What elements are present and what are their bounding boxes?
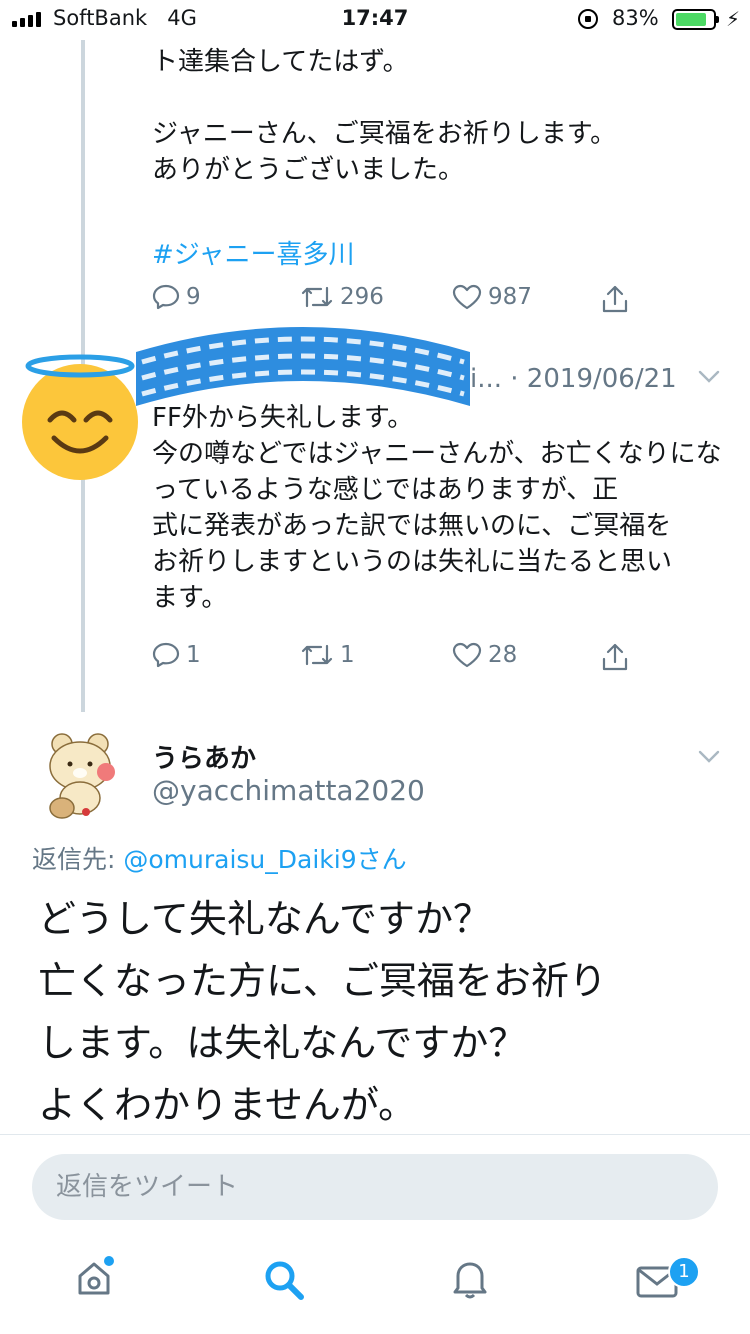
hashtag-link[interactable]: #ジャニー喜多川	[152, 234, 355, 271]
like-count: 987	[488, 284, 532, 310]
retweet-button[interactable]: 296	[300, 284, 384, 310]
reply-icon	[152, 642, 180, 668]
heart-icon	[452, 284, 482, 310]
angel-emoji-avatar[interactable]	[20, 352, 140, 482]
reply-count: 9	[186, 284, 201, 310]
messages-badge: 1	[668, 1256, 700, 1288]
battery-fill	[676, 13, 706, 26]
main-tweet-text: どうして失礼なんですか？ 亡くなった方に、ご冥福をお祈り します。は失礼なんです…	[38, 897, 607, 1127]
battery-icon	[672, 9, 719, 30]
battery-percentage: 83%	[612, 6, 659, 30]
author-name[interactable]: うらあか	[152, 738, 256, 775]
middle-tweet-actions: 1 1 28	[152, 642, 632, 682]
bear-avatar[interactable]	[40, 730, 126, 822]
reply-count: 1	[186, 642, 201, 668]
retweet-icon	[301, 644, 333, 666]
like-button[interactable]: 28	[452, 642, 517, 668]
retweet-button[interactable]: 1	[300, 642, 355, 668]
tweet-timestamp: i... · 2019/06/21	[470, 364, 677, 394]
chevron-down-icon[interactable]	[698, 370, 720, 384]
like-count: 28	[488, 642, 518, 668]
status-bar: SoftBank 4G 17:47 83% ⚡	[0, 0, 750, 40]
middle-tweet-text: FF外から失礼します。 今の噂などではジャニーさんが、お亡くなりになっているよう…	[152, 403, 722, 613]
heart-icon	[452, 642, 482, 668]
main-tweet-header: うらあか @yacchimatta2020	[40, 730, 740, 820]
prev-tweet-text: ト達集合してたはず。 ジャニーさん、ご冥福をお祈りします。 ありがとうございまし…	[152, 47, 617, 185]
retweet-icon	[301, 286, 333, 308]
reply-to-mention[interactable]: @omuraisu_Daiki9さん	[123, 845, 406, 874]
reply-icon	[152, 284, 180, 310]
reply-to-line: 返信先: @omuraisu_Daiki9さん	[32, 840, 407, 876]
search-icon[interactable]	[262, 1258, 306, 1302]
retweet-count: 1	[340, 642, 355, 668]
orientation-lock-icon	[578, 9, 598, 29]
share-button[interactable]	[600, 284, 630, 314]
like-button[interactable]: 987	[452, 284, 532, 310]
chevron-down-icon[interactable]	[698, 750, 720, 764]
retweet-count: 296	[340, 284, 384, 310]
share-button[interactable]	[600, 642, 630, 672]
reply-button[interactable]: 1	[152, 642, 201, 668]
home-unread-dot	[104, 1256, 114, 1266]
reply-tweet-input[interactable]: 返信をツイート	[32, 1154, 718, 1220]
author-handle[interactable]: @yacchimatta2020	[152, 774, 425, 807]
charging-bolt-icon: ⚡	[726, 7, 741, 31]
share-icon	[602, 285, 628, 313]
reply-to-label: 返信先:	[32, 845, 124, 874]
reply-button[interactable]: 9	[152, 284, 201, 310]
notifications-icon[interactable]	[450, 1258, 490, 1300]
divider	[0, 1134, 750, 1135]
share-icon	[602, 643, 628, 671]
tab-bar	[0, 1240, 750, 1334]
